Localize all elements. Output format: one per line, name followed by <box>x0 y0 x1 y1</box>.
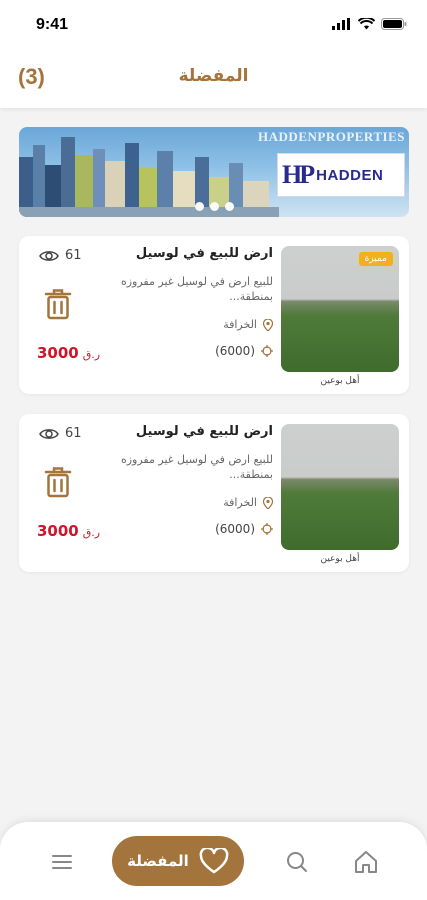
listing-location: الخرافة <box>223 318 273 331</box>
home-icon[interactable] <box>352 848 380 876</box>
wifi-icon <box>358 18 375 30</box>
header: (3) المفضلة <box>0 52 427 108</box>
listing-area-value: (6000) <box>215 522 255 536</box>
status-bar: 9:41 <box>0 0 427 52</box>
carousel-dot[interactable] <box>195 202 204 211</box>
trash-icon[interactable] <box>43 466 73 498</box>
city-skyline-image <box>19 137 279 217</box>
listing-views-count: 61 <box>65 248 82 263</box>
location-pin-icon <box>263 496 273 509</box>
listing-price: 3000 ر.ق <box>37 344 100 362</box>
page-title: المفضلة <box>178 66 249 86</box>
area-icon <box>261 523 273 535</box>
eye-icon <box>39 428 59 439</box>
listing-card[interactable]: أهل بوعين ارض للبيع في لوسيل للبيع ارض ف… <box>19 414 409 572</box>
listing-location-label: الخرافة <box>223 318 257 331</box>
nav-favorites-label: المفضلة <box>127 852 189 870</box>
carousel-dot[interactable] <box>225 202 234 211</box>
status-time: 9:41 <box>36 16 69 33</box>
location-pin-icon <box>263 318 273 331</box>
promo-banner[interactable]: HADDENPROPERTIES HP HADDEN <box>19 127 409 217</box>
listing-description: للبيع ارض في لوسيل غير مفروزه بمنطقة... <box>120 275 273 303</box>
listing-area: (6000) <box>215 344 273 358</box>
carousel-dot[interactable] <box>210 202 219 211</box>
listing-area-value: (6000) <box>215 344 255 358</box>
banner-logo-word: HADDEN <box>316 166 384 184</box>
listing-price-value: 3000 <box>37 522 79 540</box>
carousel-indicators <box>195 202 234 211</box>
banner-logo: HP HADDEN <box>277 153 405 197</box>
status-icons <box>332 18 407 30</box>
banner-brand-text: HADDENPROPERTIES <box>258 129 405 144</box>
listing-agent: أهل بوعين <box>320 376 360 386</box>
listing-image[interactable] <box>281 424 399 550</box>
listing-description: للبيع ارض في لوسيل غير مفروزه بمنطقة... <box>120 453 273 481</box>
listing-agent: أهل بوعين <box>320 554 360 564</box>
listing-image[interactable]: مميزة <box>281 246 399 372</box>
listing-price-currency: ر.ق <box>82 526 101 539</box>
trash-icon[interactable] <box>43 288 73 320</box>
listing-location-label: الخرافة <box>223 496 257 509</box>
listing-area: (6000) <box>215 522 273 536</box>
eye-icon <box>39 250 59 261</box>
nav-favorites-button[interactable]: المفضلة <box>112 836 244 886</box>
signal-icon <box>332 18 350 30</box>
featured-badge: مميزة <box>358 252 393 266</box>
listing-views-count: 61 <box>65 426 82 441</box>
listing-price-currency: ر.ق <box>82 348 101 361</box>
listing-price-value: 3000 <box>37 344 79 362</box>
banner-logo-mark: HP <box>282 160 315 189</box>
area-icon <box>261 345 273 357</box>
heart-icon <box>199 848 229 874</box>
listing-views: 61 <box>39 248 82 263</box>
listing-title: ارض للبيع في لوسيل <box>135 246 273 261</box>
listing-location: الخرافة <box>223 496 273 509</box>
listing-card[interactable]: مميزة أهل بوعين ارض للبيع في لوسيل للبيع… <box>19 236 409 394</box>
listing-price: 3000 ر.ق <box>37 522 100 540</box>
bottom-nav: المفضلة <box>0 822 427 900</box>
listing-title: ارض للبيع في لوسيل <box>135 424 273 439</box>
battery-icon <box>381 18 407 30</box>
search-icon[interactable] <box>283 848 311 876</box>
listing-views: 61 <box>39 426 82 441</box>
menu-icon[interactable] <box>48 848 76 876</box>
